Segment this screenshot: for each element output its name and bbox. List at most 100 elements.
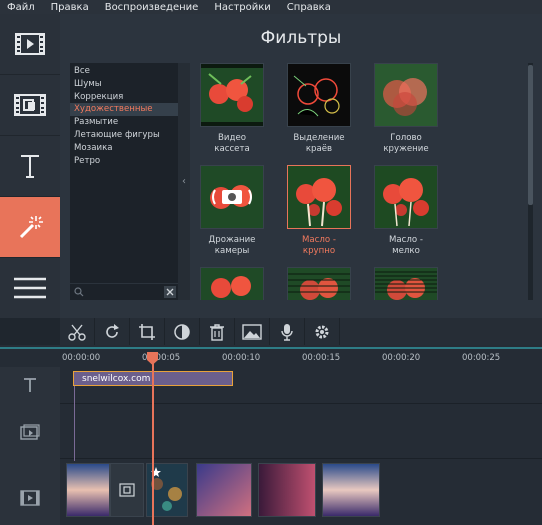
filter-grid: Видео кассета Выделение краёв Голово кру… — [190, 63, 530, 300]
title-track-header — [0, 377, 60, 393]
cut-button[interactable] — [60, 318, 95, 345]
filter-tile-label: Видео кассета — [214, 133, 250, 154]
playhead-line[interactable] — [152, 352, 154, 525]
filter-thumbnail — [287, 165, 351, 229]
filter-thumbnail — [374, 63, 438, 127]
delete-button[interactable] — [200, 318, 235, 345]
video-clip[interactable] — [66, 463, 110, 517]
delete-icon — [210, 323, 224, 341]
left-sidebar — [0, 14, 60, 319]
category-item-flying-shapes[interactable]: Летающие фигуры — [70, 129, 178, 142]
filter-tile-label: Голово кружение — [383, 133, 429, 154]
category-search[interactable] — [70, 283, 178, 300]
menu-icon — [14, 277, 46, 299]
crop-icon — [139, 323, 155, 340]
rotate-icon — [106, 323, 119, 338]
filters-panel: Фильтры Все Шумы Коррекция Художественны… — [60, 14, 542, 318]
category-item-retro[interactable]: Ретро — [70, 155, 178, 168]
category-item-all[interactable]: Все — [70, 65, 178, 78]
filter-tile-camera-shake[interactable]: Дрожание камеры — [192, 165, 272, 257]
overlay-video-icon — [20, 424, 40, 440]
text-track-icon — [24, 378, 36, 392]
collapse-panel-button[interactable]: ‹ — [178, 63, 190, 300]
film-strip-icon — [15, 33, 45, 55]
filter-tile-row3-3[interactable] — [366, 267, 446, 300]
page-title: Фильтры — [260, 28, 342, 48]
menu-bar: Файл Правка Воспроизведение Настройки Сп… — [0, 0, 542, 14]
search-icon — [74, 287, 84, 297]
record-audio-button[interactable] — [270, 318, 305, 345]
settings-button[interactable] — [305, 318, 340, 345]
filter-thumbnail — [200, 165, 264, 229]
filter-thumbnail — [200, 63, 264, 127]
transitions-tab[interactable] — [0, 75, 60, 136]
filter-thumbnail — [287, 63, 351, 127]
ruler-label: 00:00:10 — [222, 353, 261, 363]
filter-thumbnail — [200, 267, 264, 300]
text-icon — [21, 155, 39, 178]
filter-tile-edge-detect[interactable]: Выделение краёв — [279, 63, 359, 155]
overlay-track-header — [0, 424, 60, 440]
video-track-icon — [20, 490, 40, 506]
menu-settings[interactable]: Настройки — [207, 2, 279, 13]
chevron-left-icon: ‹ — [182, 176, 186, 187]
ruler-label: 00:00:25 — [462, 353, 501, 363]
ruler-label: 00:00:00 — [62, 353, 101, 363]
magic-wand-icon — [19, 216, 43, 239]
crop-button[interactable] — [130, 318, 165, 345]
close-icon — [166, 288, 174, 296]
more-tab[interactable] — [0, 258, 60, 319]
time-ruler[interactable]: 00:00:00 00:00:05 00:00:10 00:00:15 00:0… — [60, 349, 542, 367]
track-divider — [60, 458, 542, 459]
category-item-correction[interactable]: Коррекция — [70, 91, 178, 104]
microphone-icon — [281, 323, 293, 341]
titles-tab[interactable] — [0, 136, 60, 197]
category-item-artistic[interactable]: Художественные — [70, 103, 178, 117]
menu-edit[interactable]: Правка — [44, 2, 98, 13]
filter-tile-label: Масло - мелко — [389, 235, 423, 256]
cut-icon — [68, 324, 86, 341]
filter-thumbnail — [374, 165, 438, 229]
image-button[interactable] — [235, 318, 270, 345]
category-item-mosaic[interactable]: Мозаика — [70, 142, 178, 155]
menu-help[interactable]: Справка — [280, 2, 340, 13]
filter-tile-label: Выделение краёв — [293, 133, 345, 154]
category-item-blur[interactable]: Размытие — [70, 116, 178, 129]
filter-tile-row3-2[interactable] — [279, 267, 359, 300]
transition-marker-icon — [119, 483, 135, 497]
filter-tile-vhs[interactable]: Видео кассета — [192, 63, 272, 155]
color-adjust-button[interactable] — [165, 318, 200, 345]
filter-thumbnail — [374, 267, 438, 300]
filter-tile-oil-fine[interactable]: Масло - мелко — [366, 165, 446, 257]
video-clip[interactable] — [258, 463, 316, 517]
playhead-handle[interactable] — [147, 352, 158, 365]
video-clip[interactable] — [322, 463, 380, 517]
color-adjust-icon — [174, 323, 190, 340]
settings-gear-icon — [315, 325, 329, 338]
scrollbar-thumb[interactable] — [528, 65, 533, 205]
rotate-button[interactable] — [95, 318, 130, 345]
category-list: Все Шумы Коррекция Художественные Размыт… — [70, 63, 178, 300]
edit-toolbar — [60, 318, 542, 345]
filter-thumbnail — [287, 267, 351, 300]
import-media-tab[interactable] — [0, 14, 60, 75]
image-icon — [242, 323, 262, 340]
title-clip-connector — [74, 386, 75, 461]
filters-tab[interactable] — [0, 197, 60, 258]
ruler-label: 00:00:20 — [382, 353, 421, 363]
ruler-label: 00:00:15 — [302, 353, 341, 363]
filter-tile-label: Масло - крупно — [302, 235, 336, 256]
menu-playback[interactable]: Воспроизведение — [98, 2, 208, 13]
category-item-noise[interactable]: Шумы — [70, 78, 178, 91]
video-clip[interactable] — [196, 463, 252, 517]
transition-clip[interactable] — [110, 463, 144, 517]
filter-tile-label: Дрожание камеры — [208, 235, 256, 256]
toolbar-spacer — [0, 318, 60, 345]
filter-tile-dizziness[interactable]: Голово кружение — [366, 63, 446, 155]
transition-icon — [14, 94, 46, 116]
menu-file[interactable]: Файл — [0, 2, 44, 13]
filter-tile-row3-1[interactable] — [192, 267, 272, 300]
filter-grid-scrollbar[interactable] — [528, 63, 533, 300]
clear-search-button[interactable] — [164, 286, 176, 298]
filter-tile-oil-coarse[interactable]: Масло - крупно — [279, 165, 359, 257]
